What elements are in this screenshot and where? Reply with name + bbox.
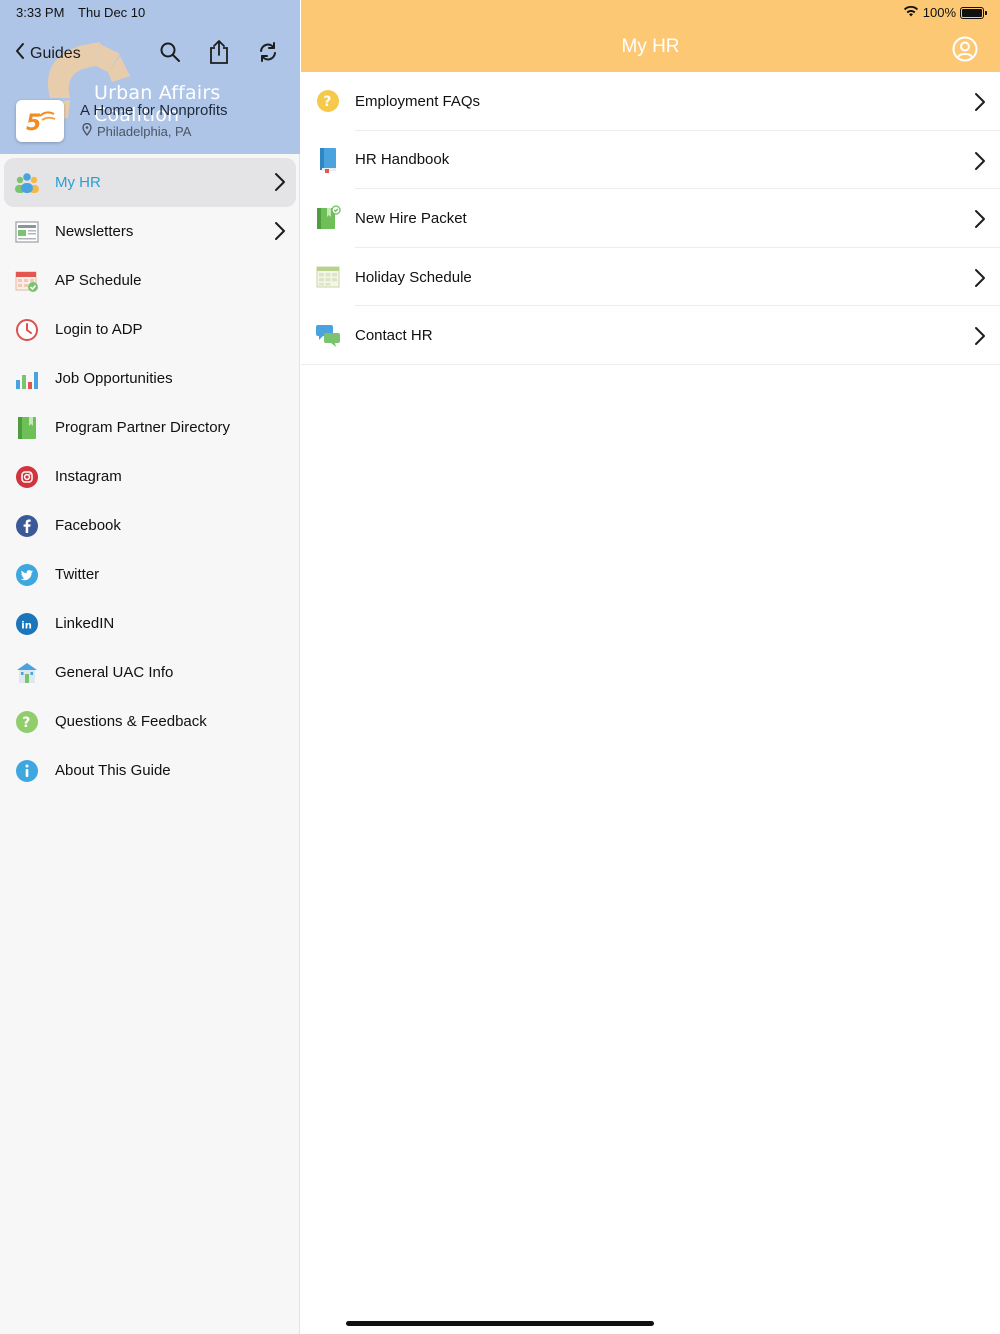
instagram-icon — [14, 464, 40, 490]
list-item-label: New Hire Packet — [355, 209, 467, 227]
sidebar-item-label: LinkedIN — [55, 615, 115, 632]
sidebar-item-instagram[interactable]: Instagram — [0, 452, 300, 501]
sidebar-nav: My HR Newsletters AP Schedule Login to A… — [0, 158, 300, 795]
sidebar-item-my-hr[interactable]: My HR — [4, 158, 296, 207]
chevron-right-icon — [974, 326, 986, 351]
chevron-right-icon — [274, 172, 286, 196]
calendar-grid-icon — [315, 264, 341, 290]
profile-button[interactable] — [952, 36, 978, 62]
sidebar-item-label: Job Opportunities — [55, 370, 173, 387]
bar-chart-icon — [14, 366, 40, 392]
book-icon — [14, 415, 40, 441]
list-item-label: Holiday Schedule — [355, 268, 472, 286]
sidebar-item-label: Instagram — [55, 468, 122, 485]
sidebar-item-label: About This Guide — [55, 762, 171, 779]
twitter-icon — [14, 562, 40, 588]
battery-icon — [960, 6, 987, 19]
chevron-right-icon — [974, 151, 986, 176]
org-tagline: A Home for Nonprofits — [80, 102, 228, 119]
svg-text:?: ? — [22, 715, 30, 731]
sidebar-item-job-opportunities[interactable]: Job Opportunities — [0, 354, 300, 403]
list-item-hr-handbook[interactable]: HR Handbook — [301, 131, 1000, 190]
people-icon — [14, 170, 40, 196]
info-icon — [14, 758, 40, 784]
location-text: Philadelphia, PA — [97, 123, 192, 139]
main-header: My HR — [301, 0, 1000, 72]
list-item-label: Contact HR — [355, 327, 433, 345]
calendar-check-icon — [14, 268, 40, 294]
list-item-employment-faqs[interactable]: ? Employment FAQs — [301, 72, 1000, 131]
my-hr-list: ? Employment FAQs HR Handbook New Hire P… — [301, 72, 1000, 365]
svg-text:in: in — [21, 620, 32, 631]
chevron-right-icon — [974, 268, 986, 293]
sidebar-item-label: Program Partner Directory — [55, 419, 231, 436]
sidebar-item-linkedin[interactable]: in LinkedIN — [0, 599, 300, 648]
uac-logo-icon: 5 — [26, 111, 56, 134]
status-time: 3:33 PM — [16, 5, 65, 20]
sidebar-item-label: Facebook — [55, 517, 121, 534]
sidebar-item-ap-schedule[interactable]: AP Schedule — [0, 256, 300, 305]
back-to-guides-button[interactable]: Guides — [14, 42, 81, 65]
chevron-right-icon — [974, 92, 986, 117]
user-circle-icon — [952, 36, 978, 66]
linkedin-icon: in — [14, 611, 40, 637]
status-bar-right: 100% — [903, 5, 987, 20]
chevron-right-icon — [974, 209, 986, 234]
refresh-icon — [257, 41, 279, 68]
sidebar-item-label: Twitter — [55, 566, 100, 583]
back-label: Guides — [30, 44, 81, 62]
sidebar-item-questions-feedback[interactable]: ? Questions & Feedback — [0, 697, 300, 746]
sidebar-item-about-guide[interactable]: About This Guide — [0, 746, 300, 795]
svg-text:5: 5 — [26, 111, 41, 134]
sidebar: Guides 5 Urban Affairs Coalition A Home … — [0, 0, 300, 1334]
sidebar-item-label: General UAC Info — [55, 664, 174, 681]
sidebar-item-newsletters[interactable]: Newsletters — [0, 207, 300, 256]
svg-text:?: ? — [323, 94, 331, 110]
sidebar-item-general-info[interactable]: General UAC Info — [0, 648, 300, 697]
handbook-icon — [315, 147, 341, 173]
list-item-label: Employment FAQs — [355, 92, 481, 110]
clock-icon — [14, 317, 40, 343]
divider — [301, 363, 1000, 365]
share-button[interactable] — [205, 39, 233, 70]
sidebar-item-label: Questions & Feedback — [55, 713, 207, 730]
refresh-button[interactable] — [254, 40, 282, 68]
packet-icon — [315, 205, 341, 231]
sidebar-item-label: AP Schedule — [55, 272, 142, 289]
list-item-new-hire-packet[interactable]: New Hire Packet — [301, 189, 1000, 248]
sidebar-header: Guides 5 Urban Affairs Coalition A Home … — [0, 0, 300, 154]
question-green-icon: ? — [14, 709, 40, 735]
wifi-icon — [903, 5, 919, 20]
org-location: Philadelphia, PA — [82, 122, 192, 139]
sidebar-item-twitter[interactable]: Twitter — [0, 550, 300, 599]
sidebar-item-partner-directory[interactable]: Program Partner Directory — [0, 403, 300, 452]
list-item-contact-hr[interactable]: Contact HR — [301, 306, 1000, 365]
chat-bubbles-icon — [315, 323, 341, 349]
home-indicator[interactable] — [346, 1321, 654, 1326]
location-pin-icon — [82, 122, 92, 139]
sidebar-item-label: Login to ADP — [55, 321, 143, 338]
newspaper-icon — [14, 219, 40, 245]
list-item-label: HR Handbook — [355, 151, 450, 169]
facebook-icon — [14, 513, 40, 539]
battery-percent: 100% — [922, 5, 956, 20]
question-yellow-icon: ? — [315, 88, 341, 114]
chevron-right-icon — [274, 221, 286, 245]
building-icon — [14, 660, 40, 686]
sidebar-item-label: My HR — [55, 174, 101, 191]
sidebar-item-label: Newsletters — [55, 223, 134, 240]
status-date: Thu Dec 10 — [78, 5, 146, 20]
sidebar-item-facebook[interactable]: Facebook — [0, 501, 300, 550]
org-logo: 5 — [16, 100, 64, 142]
chevron-left-icon — [14, 42, 26, 65]
share-icon — [208, 39, 230, 70]
list-item-holiday-schedule[interactable]: Holiday Schedule — [301, 248, 1000, 307]
search-icon — [159, 41, 181, 68]
sidebar-item-login-adp[interactable]: Login to ADP — [0, 305, 300, 354]
status-bar-left: 3:33 PM Thu Dec 10 — [16, 5, 145, 20]
page-title: My HR — [621, 36, 680, 57]
search-button[interactable] — [156, 40, 184, 68]
